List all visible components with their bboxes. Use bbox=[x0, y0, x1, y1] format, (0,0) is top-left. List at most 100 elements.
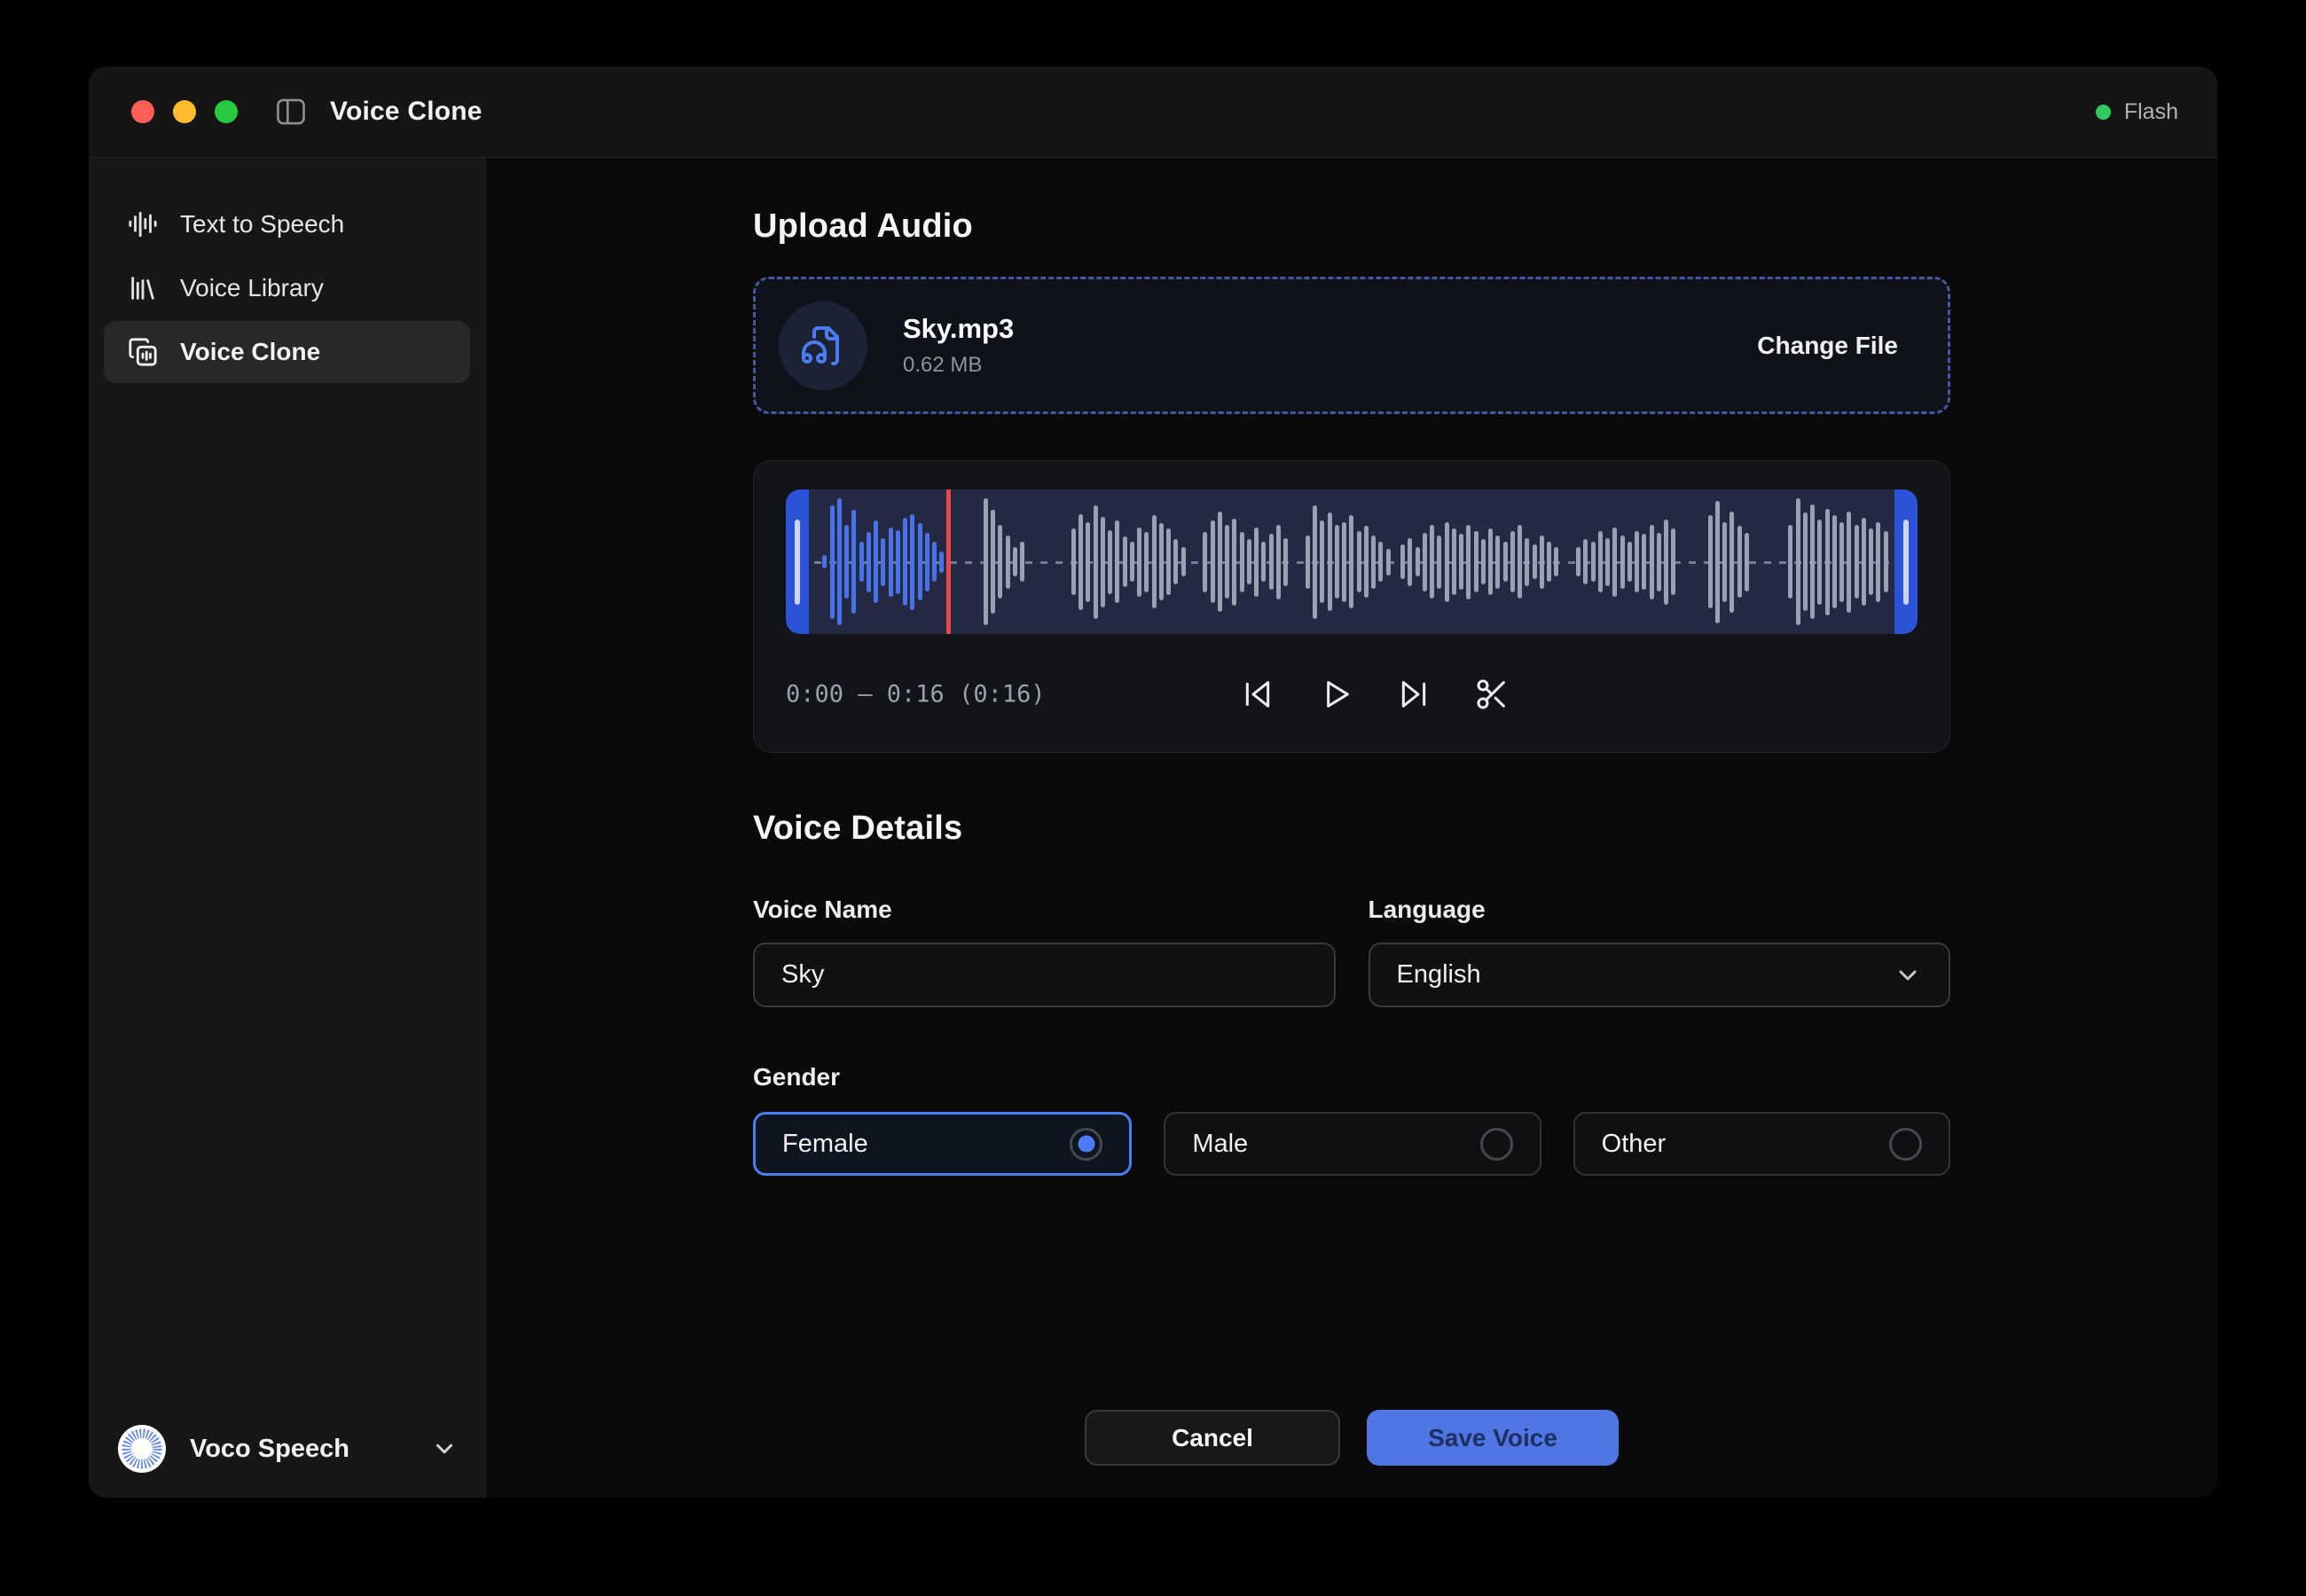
voice-clone-icon bbox=[128, 337, 158, 367]
waveform-bar bbox=[1159, 523, 1164, 600]
waveform-bar bbox=[1481, 539, 1486, 584]
trim-handle-right[interactable] bbox=[1894, 489, 1918, 634]
play-icon bbox=[1318, 677, 1353, 712]
waveform-bar bbox=[1006, 536, 1010, 589]
upload-audio-heading: Upload Audio bbox=[753, 206, 1950, 246]
player-controls-row: 0:00 — 0:16 (0:16) bbox=[786, 671, 1918, 717]
trim-grip bbox=[1903, 520, 1909, 605]
zoom-window-button[interactable] bbox=[215, 100, 238, 123]
playhead[interactable] bbox=[946, 489, 951, 634]
waveform-bar bbox=[1211, 520, 1215, 603]
language-select[interactable]: English bbox=[1369, 943, 1951, 1007]
gender-option-label: Other bbox=[1602, 1130, 1667, 1159]
waveform-bar bbox=[1540, 536, 1544, 589]
audio-lines-icon bbox=[128, 209, 158, 239]
gender-option-other[interactable]: Other bbox=[1573, 1112, 1950, 1176]
waveform-bar bbox=[1825, 509, 1830, 615]
waveform-bar bbox=[1650, 525, 1654, 599]
close-window-button[interactable] bbox=[131, 100, 154, 123]
waveform-bar bbox=[867, 532, 871, 592]
waveform-bar bbox=[1313, 505, 1317, 619]
waveform-bar bbox=[1869, 528, 1873, 595]
waveform-bar bbox=[1503, 542, 1508, 582]
waveform-bar bbox=[918, 523, 922, 600]
audio-player-card: 0:00 — 0:16 (0:16) bbox=[753, 460, 1950, 753]
gender-option-male[interactable]: Male bbox=[1164, 1112, 1541, 1176]
trim-handle-left[interactable] bbox=[786, 489, 809, 634]
waveform-bar bbox=[1306, 536, 1310, 589]
waveform-bar bbox=[1203, 532, 1207, 592]
sidebar-item-voice-library[interactable]: Voice Library bbox=[104, 257, 470, 319]
chevron-down-icon bbox=[1894, 961, 1922, 990]
gender-label: Gender bbox=[753, 1062, 1950, 1092]
skip-back-button[interactable] bbox=[1240, 677, 1275, 712]
waveform-bar bbox=[984, 498, 988, 625]
window-title: Voice Clone bbox=[330, 97, 482, 127]
gender-option-female[interactable]: Female bbox=[753, 1112, 1132, 1176]
form-actions: Cancel Save Voice bbox=[753, 1410, 1950, 1466]
waveform-bar bbox=[1547, 542, 1551, 582]
play-button[interactable] bbox=[1318, 677, 1353, 712]
waveform-bar bbox=[910, 514, 914, 610]
waveform-bar bbox=[1430, 525, 1434, 598]
waveform-bar bbox=[1510, 531, 1515, 592]
waveform-bar bbox=[1518, 525, 1522, 598]
cancel-button[interactable]: Cancel bbox=[1085, 1410, 1340, 1466]
waveform-bar bbox=[1328, 512, 1332, 611]
sidebar-item-text-to-speech[interactable]: Text to Speech bbox=[104, 193, 470, 255]
language-label: Language bbox=[1369, 895, 1951, 925]
waveform-bar bbox=[1620, 536, 1625, 589]
waveform-bar bbox=[1796, 498, 1800, 625]
waveform-bar bbox=[1628, 542, 1632, 582]
waveform-bar bbox=[1020, 542, 1024, 582]
waveform-bar bbox=[1101, 517, 1105, 607]
waveform-bars bbox=[809, 489, 1894, 634]
file-audio-icon bbox=[802, 325, 844, 367]
waveform-bar bbox=[1664, 520, 1668, 605]
waveform-bar bbox=[1525, 538, 1529, 586]
waveform-bar bbox=[1803, 512, 1808, 611]
file-size: 0.62 MB bbox=[903, 353, 1014, 378]
app-window: Voice Clone Flash Text to Speech Voice L… bbox=[89, 66, 2217, 1498]
change-file-button[interactable]: Change File bbox=[1757, 332, 1898, 360]
sidebar-item-voice-clone[interactable]: Voice Clone bbox=[104, 321, 470, 383]
skip-forward-button[interactable] bbox=[1396, 677, 1431, 712]
waveform-bar bbox=[1832, 515, 1837, 608]
waveform-bar bbox=[859, 542, 864, 582]
upload-dropzone[interactable]: Sky.mp3 0.62 MB Change File bbox=[753, 277, 1950, 414]
waveform-bar bbox=[1554, 547, 1558, 576]
sidebar-toggle-button[interactable] bbox=[275, 98, 307, 126]
waveform-bar bbox=[1862, 518, 1866, 606]
waveform[interactable] bbox=[786, 489, 1918, 634]
waveform-bar bbox=[1357, 531, 1361, 592]
waveform-bar bbox=[1218, 512, 1222, 612]
waveform-bar bbox=[1583, 539, 1588, 584]
waveform-bar bbox=[1371, 536, 1376, 589]
waveform-bar bbox=[1335, 525, 1339, 598]
waveform-bar bbox=[1591, 542, 1596, 582]
radio-selected-icon bbox=[1070, 1128, 1102, 1161]
waveform-bar bbox=[1254, 528, 1259, 597]
traffic-lights bbox=[131, 100, 238, 123]
waveform-bar bbox=[1708, 515, 1713, 608]
account-switcher[interactable]: Voco Speech bbox=[104, 1423, 470, 1475]
voice-details-heading: Voice Details bbox=[753, 808, 1950, 849]
voice-name-field: Voice Name Sky bbox=[753, 895, 1336, 1007]
waveform-bar bbox=[1342, 522, 1346, 602]
waveform-bar bbox=[1071, 528, 1076, 595]
status-label: Flash bbox=[2124, 99, 2178, 125]
waveform-bar bbox=[1452, 528, 1456, 595]
waveform-bar bbox=[1240, 532, 1244, 592]
waveform-bar bbox=[1320, 520, 1324, 603]
voice-name-input[interactable]: Sky bbox=[753, 943, 1336, 1007]
waveform-bar bbox=[1408, 538, 1412, 586]
waveform-bar bbox=[1810, 505, 1815, 619]
waveform-bar bbox=[1474, 531, 1479, 592]
minimize-window-button[interactable] bbox=[173, 100, 196, 123]
save-voice-button[interactable]: Save Voice bbox=[1367, 1410, 1619, 1466]
waveform-bar bbox=[1715, 501, 1720, 623]
trim-button[interactable] bbox=[1474, 677, 1510, 712]
waveform-bar bbox=[1166, 528, 1171, 595]
waveform-bar bbox=[1181, 547, 1186, 576]
waveform-bar bbox=[1378, 542, 1383, 582]
